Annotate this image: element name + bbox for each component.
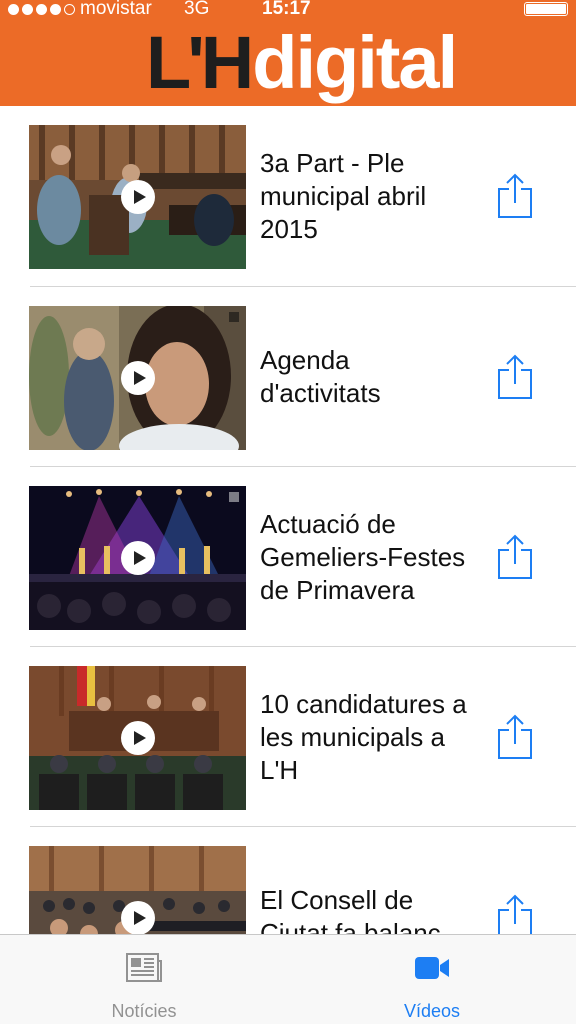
app-logo: L'H digital	[146, 20, 458, 106]
video-title[interactable]: 10 candidatures a les municipals a L'H	[260, 647, 475, 827]
status-bar: movistar 3G 15:17	[0, 0, 576, 22]
video-title[interactable]: 3a Part - Ple municipal abril 2015	[260, 106, 475, 287]
video-thumbnail[interactable]	[29, 846, 246, 934]
app-header: movistar 3G 15:17 L'H digital	[0, 0, 576, 106]
video-thumbnail[interactable]	[29, 666, 246, 810]
logo-digital: digital	[252, 21, 458, 104]
play-icon[interactable]	[121, 721, 155, 755]
play-icon[interactable]	[121, 180, 155, 214]
play-icon[interactable]	[121, 541, 155, 575]
tab-label: Notícies	[111, 1001, 177, 1021]
video-list-item[interactable]: 3a Part - Ple municipal abril 2015	[0, 106, 576, 287]
share-icon[interactable]	[497, 173, 533, 219]
share-icon[interactable]	[497, 894, 533, 934]
carrier-name: movistar	[80, 0, 152, 19]
video-thumbnail[interactable]	[29, 486, 246, 630]
tab-label: Vídeos	[403, 1001, 461, 1021]
tab-videos[interactable]: Vídeos	[288, 935, 576, 1025]
tab-noticies[interactable]: Notícies	[0, 935, 288, 1025]
logo-lh: L'H	[146, 21, 254, 104]
share-icon[interactable]	[497, 714, 533, 760]
video-camera-icon	[415, 957, 449, 979]
share-icon[interactable]	[497, 534, 533, 580]
status-time: 15:17	[262, 0, 311, 19]
video-title[interactable]: Agenda d'activitats	[260, 287, 475, 467]
tab-bar: Notícies Vídeos	[0, 934, 576, 1024]
share-icon[interactable]	[497, 354, 533, 400]
play-icon[interactable]	[121, 361, 155, 395]
video-title[interactable]: El Consell de Ciutat fa balanç	[260, 827, 475, 934]
video-title[interactable]: Actuació de Gemeliers-Festes de Primaver…	[260, 467, 475, 647]
video-thumbnail[interactable]	[29, 306, 246, 450]
video-list-item[interactable]: 10 candidatures a les municipals a L'H	[0, 647, 576, 827]
battery-icon	[524, 2, 568, 16]
video-list-item[interactable]: El Consell de Ciutat fa balanç	[0, 827, 576, 934]
play-icon[interactable]	[121, 901, 155, 934]
newspaper-icon	[126, 953, 162, 982]
video-list[interactable]: 3a Part - Ple municipal abril 2015 Agend…	[0, 106, 576, 934]
network-type: 3G	[184, 0, 210, 19]
video-list-item[interactable]: Agenda d'activitats	[0, 287, 576, 467]
video-thumbnail[interactable]	[29, 125, 246, 269]
video-list-item[interactable]: Actuació de Gemeliers-Festes de Primaver…	[0, 467, 576, 647]
signal-strength-icon	[8, 4, 75, 15]
